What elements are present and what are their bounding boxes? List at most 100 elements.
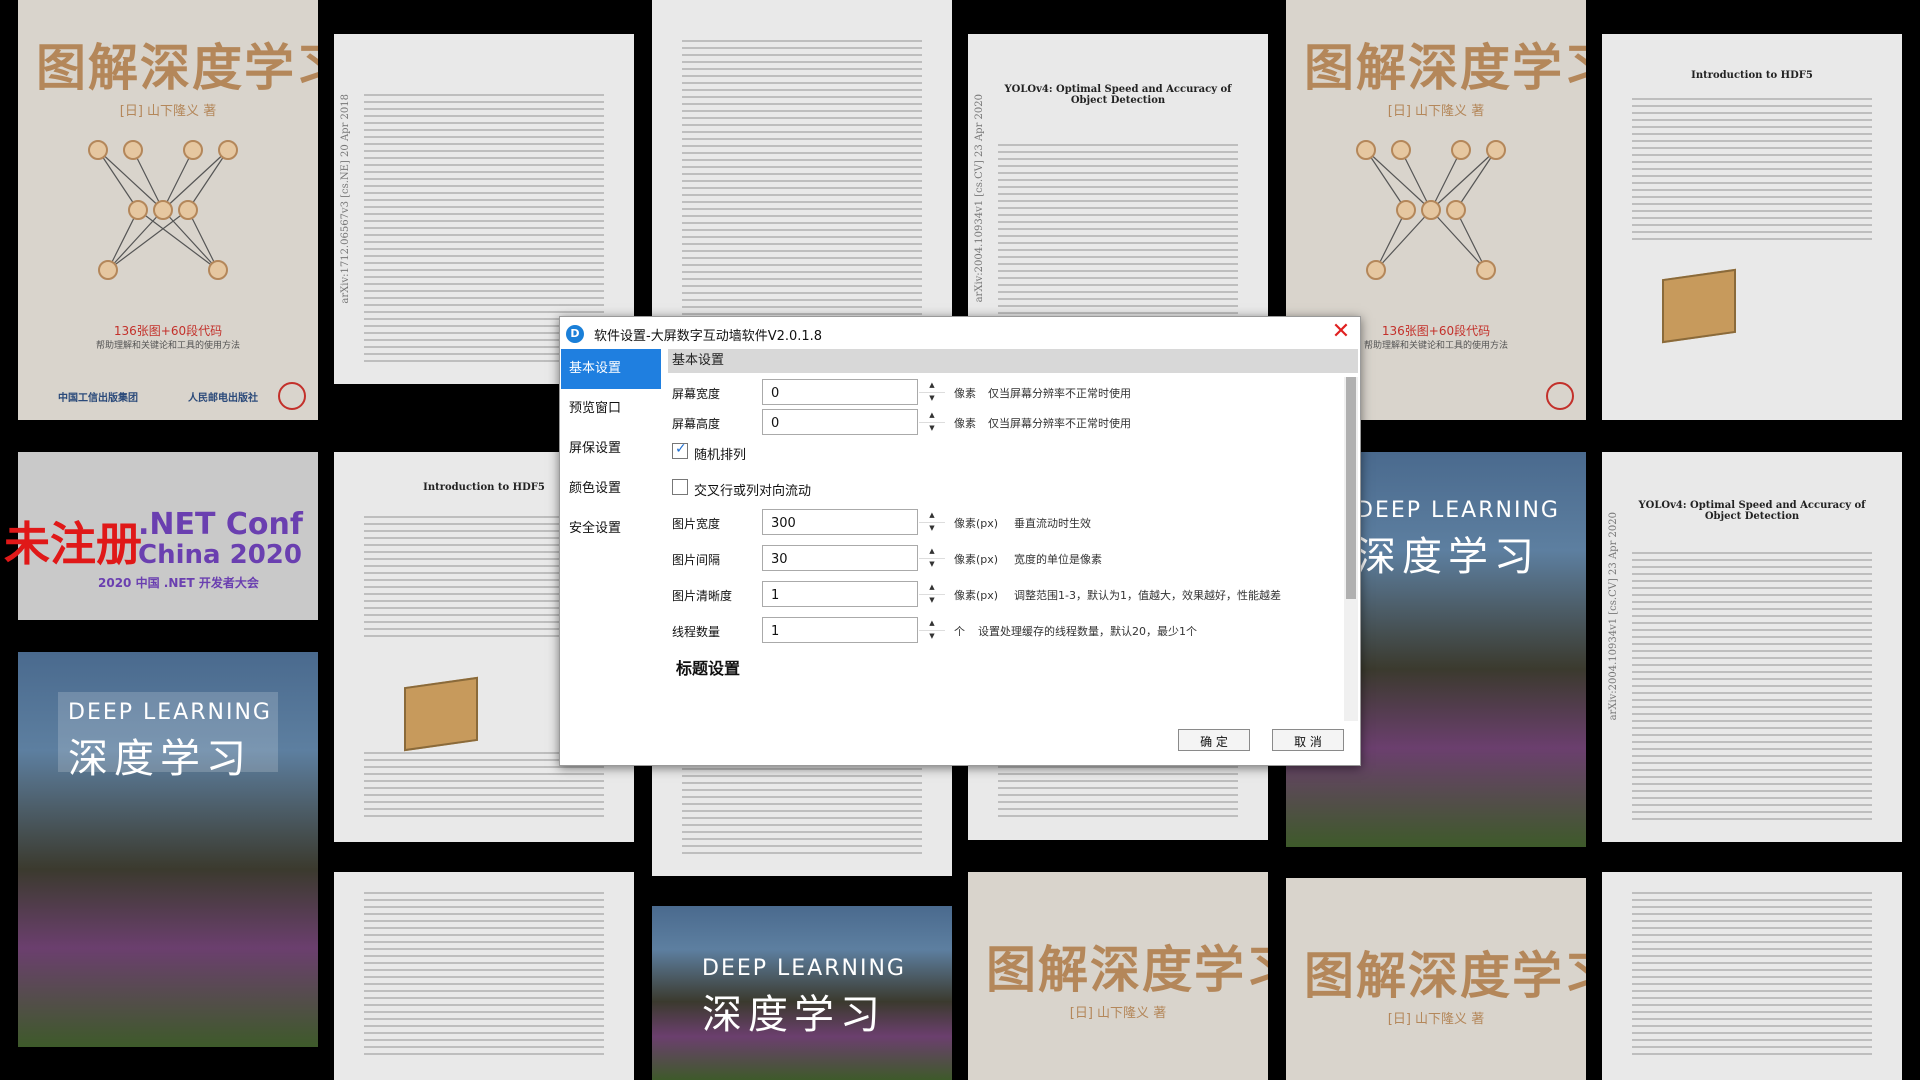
image-clarity-stepper: ▲ ▼ xyxy=(762,581,945,607)
hdf5-paper-tile[interactable]: Introduction to HDF5 xyxy=(1602,34,1902,420)
screen-height-row: 屏幕高度 ▲ ▼ 像素 仅当屏幕分辨率不正常时使用 xyxy=(668,407,1344,437)
cross-flow-label: 交叉行或列对向流动 xyxy=(694,484,812,499)
image-spacing-row: 图片间隔 ▲ ▼ 像素(px) 宽度的单位是像素 xyxy=(668,543,1344,573)
image-width-input[interactable] xyxy=(769,511,895,535)
screen-width-stepper: ▲ ▼ xyxy=(762,379,945,405)
paper-text-block xyxy=(1632,892,1872,1060)
app-logo-icon: D xyxy=(566,325,584,343)
cancel-button[interactable]: 取 消 xyxy=(1272,729,1344,751)
image-clarity-input[interactable] xyxy=(769,583,895,607)
spin-up-icon[interactable]: ▲ xyxy=(919,581,945,595)
random-order-label: 随机排列 xyxy=(694,448,747,463)
nav-item-screensaver[interactable]: 屏保设置 xyxy=(561,429,661,469)
spin-down-icon[interactable]: ▼ xyxy=(919,630,945,643)
thread-count-row: 线程数量 ▲ ▼ 个 设置处理缓存的线程数量，默认20，最少1个 xyxy=(668,615,1344,645)
thread-count-stepper: ▲ ▼ xyxy=(762,617,945,643)
unit-label: 像素 xyxy=(954,417,976,430)
hint-text: 设置处理缓存的线程数量，默认20，最少1个 xyxy=(978,625,1197,638)
image-clarity-row: 图片清晰度 ▲ ▼ 像素(px) 调整范围1-3，默认为1，值越大，效果越好，性… xyxy=(668,579,1344,609)
paper-title: YOLOv4: Optimal Speed and Accuracy of Ob… xyxy=(1638,500,1866,522)
yolo-paper-tile[interactable]: arXiv:2004.10934v1 [cs.CV] 23 Apr 2020 Y… xyxy=(968,34,1268,334)
paper-text-block xyxy=(998,766,1238,820)
paper-text-block xyxy=(364,892,604,1060)
book-seal-icon xyxy=(1546,382,1574,410)
nav-item-security[interactable]: 安全设置 xyxy=(561,509,661,549)
scrollbar-thumb[interactable] xyxy=(1346,377,1356,599)
book-author: [日] 山下隆义 著 xyxy=(1387,104,1485,119)
book-cover-tile[interactable]: 图解深度学习 [日] 山下隆义 著 136张图+60段代码 帮助理解和关键论和工… xyxy=(18,0,318,420)
cross-flow-checkbox[interactable] xyxy=(672,479,688,495)
unregistered-watermark: 未注册 xyxy=(4,517,142,571)
paper-tile[interactable] xyxy=(968,760,1268,840)
spin-up-icon[interactable]: ▲ xyxy=(919,509,945,523)
spin-down-icon[interactable]: ▼ xyxy=(919,558,945,571)
spin-buttons: ▲ ▼ xyxy=(919,379,945,405)
spin-up-icon[interactable]: ▲ xyxy=(919,545,945,559)
nav-item-preview[interactable]: 预览窗口 xyxy=(561,389,661,429)
book-author: [日] 山下隆义 著 xyxy=(1069,1006,1167,1021)
netconf-subtitle: 2020 中国 .NET 开发者大会 xyxy=(98,576,259,590)
spin-buttons: ▲ ▼ xyxy=(919,509,945,535)
paper-text-block xyxy=(1632,98,1872,240)
book-publisher: 中国工信出版集团 xyxy=(58,393,138,404)
spin-buttons: ▲ ▼ xyxy=(919,581,945,607)
paper-tile[interactable] xyxy=(1602,872,1902,1080)
image-width-stepper: ▲ ▼ xyxy=(762,509,945,535)
cover-title-en: DEEP LEARNING xyxy=(1356,498,1560,523)
spin-down-icon[interactable]: ▼ xyxy=(919,594,945,607)
screen-height-input[interactable] xyxy=(769,411,895,435)
netconf-title-2: China 2020 xyxy=(138,540,302,570)
spin-down-icon[interactable]: ▼ xyxy=(919,392,945,405)
spin-buttons: ▲ ▼ xyxy=(919,545,945,571)
spin-up-icon[interactable]: ▲ xyxy=(919,409,945,423)
paper-arxiv-id: arXiv:2004.10934v1 [cs.CV] 23 Apr 2020 xyxy=(1608,512,1619,721)
settings-content: 基本设置 屏幕宽度 ▲ ▼ 像素 仅当屏幕分辨率不正常时使用 屏幕高度 xyxy=(668,349,1358,721)
ok-button[interactable]: 确 定 xyxy=(1178,729,1250,751)
paper-title: YOLOv4: Optimal Speed and Accuracy of Ob… xyxy=(1004,84,1232,106)
paper-title: Introduction to HDF5 xyxy=(1691,70,1813,81)
dialog-titlebar[interactable]: D 软件设置-大屏数字互动墙软件V2.0.1.8 ✕ xyxy=(560,317,1360,349)
book-title: 图解深度学习 xyxy=(1304,946,1586,1005)
settings-scroll-area: 屏幕宽度 ▲ ▼ 像素 仅当屏幕分辨率不正常时使用 屏幕高度 ▲ xyxy=(668,377,1344,721)
book-title: 图解深度学习 xyxy=(1304,38,1586,97)
cover-title-en: DEEP LEARNING xyxy=(68,700,272,725)
paper-arxiv-id: arXiv:1712.06567v3 [cs.NE] 20 Apr 2018 xyxy=(340,94,351,304)
image-clarity-label: 图片清晰度 xyxy=(672,589,733,603)
hint-text: 宽度的单位是像素 xyxy=(1014,553,1102,566)
spin-up-icon[interactable]: ▲ xyxy=(919,379,945,393)
hdf5-box-illustration xyxy=(1662,268,1736,344)
nav-item-color[interactable]: 颜色设置 xyxy=(561,469,661,509)
spin-down-icon[interactable]: ▼ xyxy=(919,422,945,435)
paper-tile[interactable] xyxy=(334,872,634,1080)
image-spacing-stepper: ▲ ▼ xyxy=(762,545,945,571)
nav-item-basic[interactable]: 基本设置 xyxy=(561,349,661,389)
book-tagline-sub: 帮助理解和关键论和工具的使用方法 xyxy=(95,341,240,351)
unit-label: 像素(px) xyxy=(954,517,999,530)
deep-learning-cover-tile[interactable]: DEEP LEARNING 深度学习 xyxy=(18,652,318,1047)
unit-label: 像素(px) xyxy=(954,589,999,602)
cover-title-cn: 深度学习 xyxy=(1356,534,1540,580)
close-icon[interactable]: ✕ xyxy=(1330,321,1352,343)
image-spacing-input[interactable] xyxy=(769,547,895,571)
cover-title-en: DEEP LEARNING xyxy=(702,956,906,981)
paper-text-block xyxy=(1632,552,1872,822)
thread-count-label: 线程数量 xyxy=(672,625,721,639)
hint-text: 垂直流动时生效 xyxy=(1014,517,1091,530)
cover-title-cn: 深度学习 xyxy=(702,992,886,1038)
screen-width-row: 屏幕宽度 ▲ ▼ 像素 仅当屏幕分辨率不正常时使用 xyxy=(668,377,1344,407)
section-title: 基本设置 xyxy=(668,349,1358,373)
spin-up-icon[interactable]: ▲ xyxy=(919,617,945,631)
hint-text: 仅当屏幕分辨率不正常时使用 xyxy=(988,387,1131,400)
thread-count-input[interactable] xyxy=(769,619,895,643)
settings-scrollbar[interactable] xyxy=(1344,377,1358,721)
spin-down-icon[interactable]: ▼ xyxy=(919,522,945,535)
neural-network-illustration xyxy=(88,140,238,280)
unit-label: 个 xyxy=(954,625,965,638)
book-cover-tile[interactable]: 图解深度学习 [日] 山下隆义 著 xyxy=(968,872,1268,1080)
deep-learning-cover-tile[interactable]: DEEP LEARNING 深度学习 xyxy=(652,906,952,1080)
screen-height-stepper: ▲ ▼ xyxy=(762,409,945,435)
book-cover-tile[interactable]: 图解深度学习 [日] 山下隆义 著 xyxy=(1286,878,1586,1080)
yolo-paper-tile[interactable]: arXiv:2004.10934v1 [cs.CV] 23 Apr 2020 Y… xyxy=(1602,452,1902,842)
screen-width-input[interactable] xyxy=(769,381,895,405)
random-order-checkbox[interactable]: ✓ xyxy=(672,441,688,459)
